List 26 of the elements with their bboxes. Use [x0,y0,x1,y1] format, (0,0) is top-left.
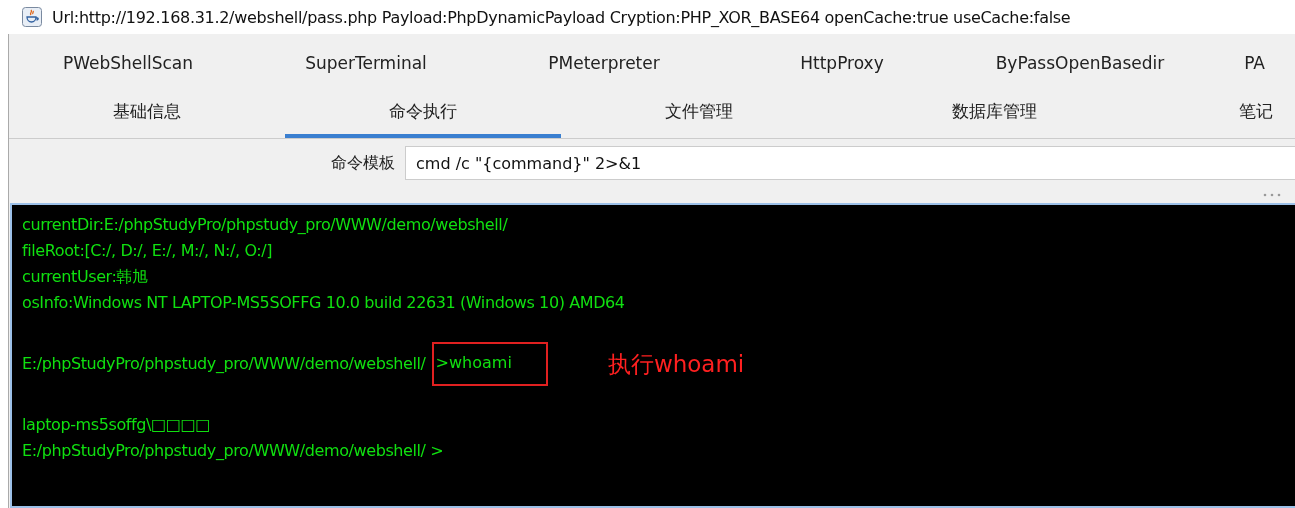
terminal-line: osInfo:Windows NT LAPTOP-MS5SOFFG 10.0 build 22631 (Windows 10) AMD64 [22,292,626,314]
grip-icon[interactable] [1263,193,1281,197]
plugin-tab[interactable]: PMeterpreter [485,43,723,83]
terminal-command: >whoami [431,342,548,386]
terminal-line: fileRoot:[C:/, D:/, E:/, M:/, N:/, O:/] [22,240,274,262]
terminal-line: laptop-ms5soffg\□□□□ [22,414,211,436]
main-tab[interactable]: 数据库管理 [837,88,1151,138]
plugin-tab[interactable]: HttpProxy [723,43,961,83]
terminal-prompt: E:/phpStudyPro/phpstudy_pro/WWW/demo/webshell/ [22,353,426,375]
java-cup-icon [22,7,42,27]
main-tab[interactable]: 文件管理 [561,88,837,138]
window-title: Url:http://192.168.31.2/webshell/pass.php Payload:PhpDynamicPayload Cryption:PHP_XOR_BASE64 openCache:true useCache:false [52,7,1071,27]
terminal-line: E:/phpStudyPro/phpstudy_pro/WWW/demo/webshell/ > [22,440,445,462]
main-tab[interactable]: 基础信息 [9,88,285,138]
terminal-line: currentDir:E:/phpStudyPro/phpstudy_pro/WWW/demo/webshell/ [22,214,509,236]
plugin-tab[interactable]: PA [1199,43,1269,83]
plugin-tab[interactable]: SuperTerminal [247,43,485,83]
main-tab[interactable]: 笔记 [1151,88,1291,138]
plugin-tab[interactable]: ByPassOpenBasedir [961,43,1199,83]
terminal-line: currentUser:韩旭 [22,266,149,288]
main-tab[interactable]: 命令执行 [285,88,561,138]
plugin-tab[interactable]: PWebShellScan [9,43,247,83]
field-label: 命令模板 [331,152,395,174]
command-template-field[interactable]: cmd /c "{command}" 2>&1 [405,146,1295,180]
terminal-panel[interactable] [10,203,1295,508]
annotation-text: 执行whoami [607,351,745,377]
